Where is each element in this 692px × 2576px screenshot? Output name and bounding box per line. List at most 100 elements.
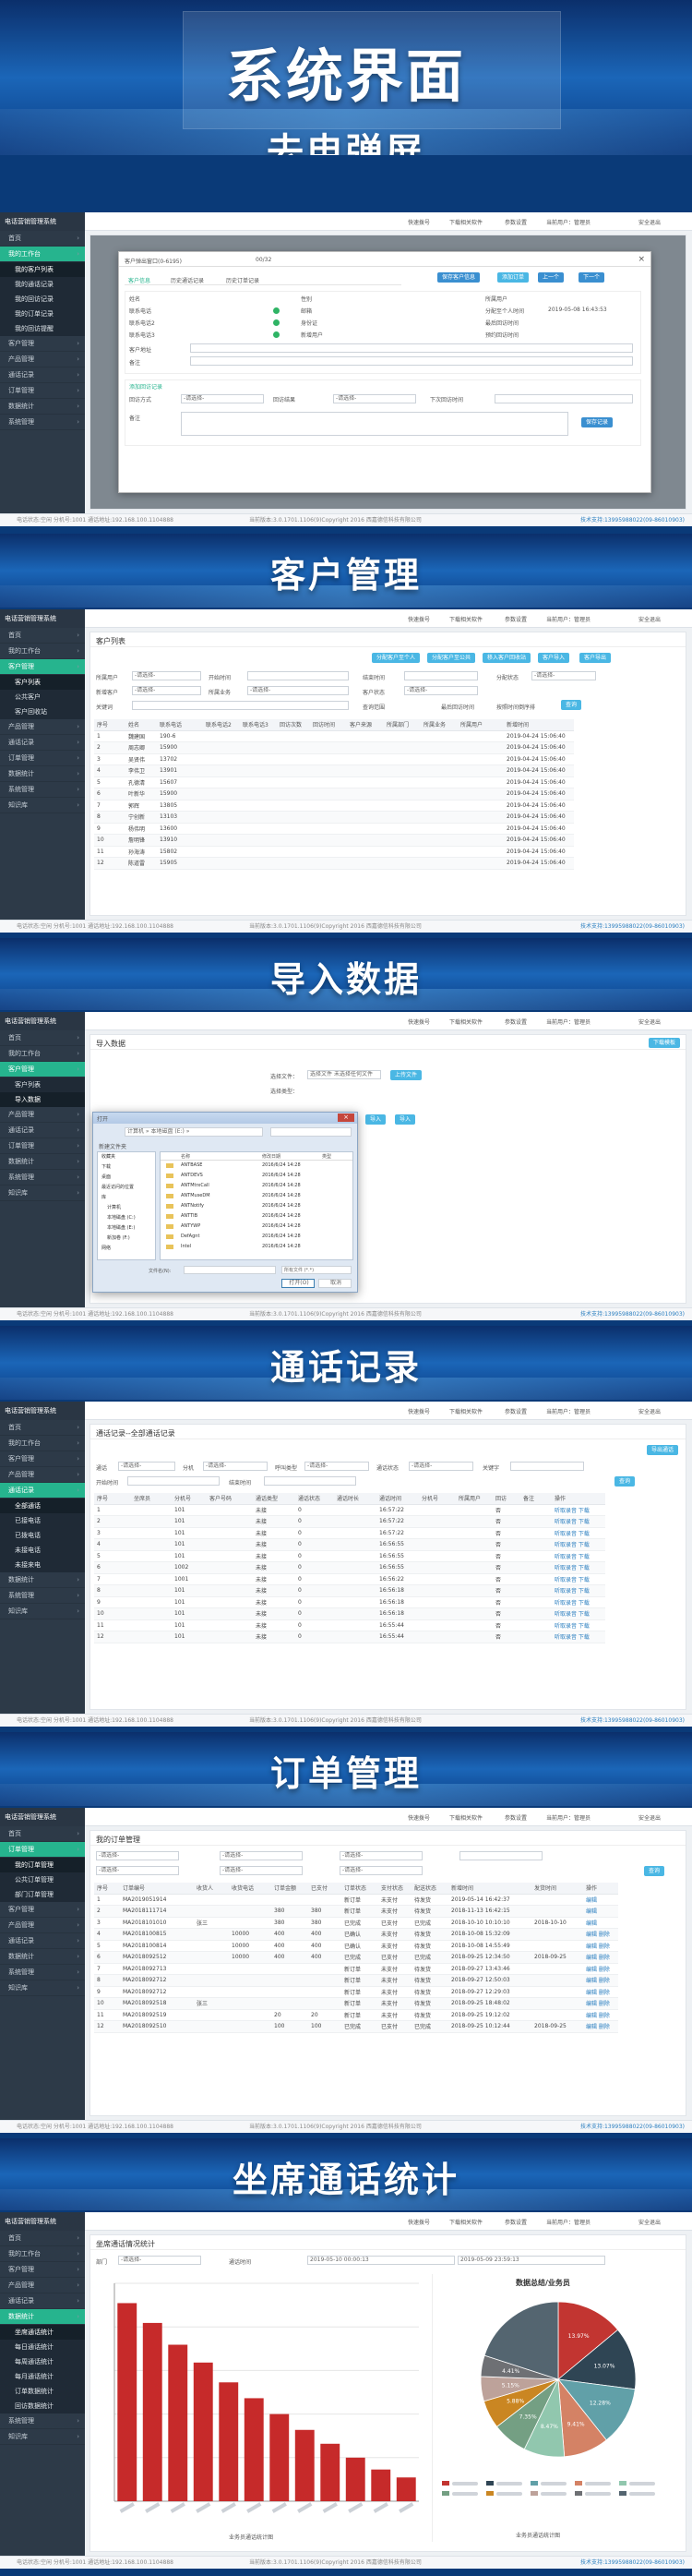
table-row[interactable]: 5 101 未接 0 16:56:55 否 听取录音 下载 <box>94 1550 605 1562</box>
table-row[interactable]: 12 MA2018092510 100 100 已完成 已支付 已完成 2018-09-25 … <box>94 2020 618 2033</box>
menu-customer[interactable]: 客户管理 <box>0 1902 85 1918</box>
settings-link[interactable]: 参数设置 <box>505 2218 527 2226</box>
import-button-b[interactable]: 导入 <box>395 1114 416 1125</box>
table-row[interactable]: 11 101 未接 0 16:55:44 否 听取录音 下载 <box>94 1619 605 1631</box>
submenu-item[interactable]: 我的回访记录 <box>0 292 85 307</box>
col-header[interactable]: 订单金额 <box>271 1883 308 1895</box>
logout-link[interactable]: 安全退出 <box>638 2218 661 2226</box>
submenu-item[interactable]: 我的客户列表 <box>0 262 85 277</box>
col-header[interactable]: 坐席员 <box>131 1493 172 1505</box>
settings-link[interactable]: 参数设置 <box>505 1407 527 1415</box>
menu-customer[interactable]: 客户管理 <box>0 2262 85 2278</box>
menu-customer[interactable]: 客户管理 <box>0 1062 85 1077</box>
legend-item[interactable] <box>619 2479 663 2487</box>
logout-link[interactable]: 安全退出 <box>638 1017 661 1026</box>
open-button[interactable]: 打开(O) <box>281 1279 315 1288</box>
file-input[interactable]: 选择文件 未选择任何文件 <box>307 1070 381 1079</box>
col-header[interactable]: 支付状态 <box>378 1883 412 1895</box>
legend-item[interactable] <box>575 2479 619 2487</box>
col-date[interactable]: 修改日期 <box>262 1153 280 1160</box>
call-icon[interactable] <box>273 307 280 314</box>
menu-calls[interactable]: 通话记录 <box>0 2293 85 2309</box>
table-cell[interactable]: 听取录音 下载 <box>552 1561 605 1574</box>
menu-home[interactable]: 首页 <box>0 2231 85 2246</box>
table-row[interactable]: 1 魏建国 190-6 2019-04-24 15:06:40 <box>94 730 574 742</box>
submenu-item[interactable]: 客户列表 <box>0 1077 85 1092</box>
col-header[interactable]: 所属业务 <box>421 719 458 731</box>
table-row[interactable]: 4 MA2018100815 10000 400 400 已确认 未支付 待发货 2018-10… <box>94 1928 618 1941</box>
col-header[interactable]: 新增时间 <box>504 719 574 731</box>
col-header[interactable]: 联系电话 <box>157 719 203 731</box>
legend-item[interactable] <box>486 2479 531 2487</box>
menu-knowledge[interactable]: 知识库 <box>0 1604 85 1619</box>
table-row[interactable]: 8 MA2018092712 新订单 未支付 待发货 2018-09-27 12:50:0… <box>94 1974 618 1987</box>
legend-item[interactable] <box>575 2489 619 2498</box>
submenu-item[interactable]: 我的订单管理 <box>0 1858 85 1872</box>
filter-option[interactable]: 最后回访时间 <box>441 703 474 711</box>
menu-stats[interactable]: 数据统计 <box>0 1949 85 1965</box>
business-select[interactable]: -请选择- <box>247 686 349 695</box>
settings-link[interactable]: 参数设置 <box>505 615 527 623</box>
table-row[interactable]: 1 101 未接 0 16:57:22 否 听取录音 下载 <box>94 1504 605 1516</box>
col-header[interactable]: 订单状态 <box>341 1883 378 1895</box>
tree-item[interactable]: 下载 <box>98 1162 155 1173</box>
table-cell[interactable]: 听取录音 下载 <box>552 1619 605 1631</box>
bar[interactable] <box>371 2469 391 2501</box>
menu-home[interactable]: 首页 <box>0 231 85 247</box>
col-header[interactable]: 联系电话3 <box>240 719 277 731</box>
remark-field[interactable] <box>190 356 633 366</box>
bar[interactable] <box>320 2443 340 2501</box>
table-row[interactable]: 7 郭辉 13805 2019-04-24 15:06:40 <box>94 800 574 812</box>
table-row[interactable]: 2 MA2018111714 380 380 新订单 未支付 待发货 2018-11-13 1… <box>94 1905 618 1918</box>
tab-order-history[interactable]: 历史订单记录 <box>226 276 259 284</box>
export-calls-button[interactable]: 导出通话 <box>646 1445 678 1455</box>
table-row[interactable]: 7 MA2018092713 新订单 未支付 待发货 2018-09-27 13:43:4… <box>94 1963 618 1975</box>
search-button[interactable]: 查询 <box>561 700 582 710</box>
file-row[interactable]: Intel 2016/6/24 14:28 <box>161 1242 352 1252</box>
menu-calls[interactable]: 通话记录 <box>0 1483 85 1499</box>
filter-select[interactable]: -请选择- <box>220 1866 303 1875</box>
menu-product[interactable]: 产品管理 <box>0 352 85 367</box>
submenu-item[interactable]: 公共订单管理 <box>0 1872 85 1887</box>
bar[interactable] <box>117 2303 137 2501</box>
tree-item[interactable]: 库 <box>98 1193 155 1203</box>
col-header[interactable]: 分机号 <box>172 1493 207 1505</box>
table-cell[interactable]: 编辑 删除 <box>583 1928 618 1941</box>
submenu-item[interactable]: 部门订单管理 <box>0 1887 85 1902</box>
end-time-input[interactable] <box>404 671 478 680</box>
tree-item[interactable]: 本地磁盘 (E:) <box>98 1223 155 1234</box>
menu-home[interactable]: 首页 <box>0 1420 85 1436</box>
menu-system[interactable]: 系统管理 <box>0 1588 85 1604</box>
visit-method-select[interactable]: -请选择- <box>181 394 264 403</box>
quick-dial-link[interactable]: 快速拨号 <box>408 218 430 226</box>
table-row[interactable]: 3 101 未接 0 16:57:22 否 听取录音 下载 <box>94 1527 605 1539</box>
submenu-item[interactable]: 公共客户 <box>0 690 85 704</box>
bar[interactable] <box>345 2457 365 2501</box>
filter-input[interactable] <box>459 1851 543 1860</box>
menu-my-work[interactable]: 我的工作台 <box>0 247 85 262</box>
assign-personal-button[interactable]: 分配客户至个人 <box>372 653 421 663</box>
filter-select[interactable]: -请选择- <box>220 1851 303 1860</box>
col-header[interactable]: 收货电话 <box>229 1883 271 1895</box>
menu-system[interactable]: 系统管理 <box>0 2413 85 2429</box>
table-cell[interactable]: 编辑 删除 <box>583 1951 618 1964</box>
col-header[interactable]: 通话时间 <box>376 1493 419 1505</box>
menu-my-work[interactable]: 我的工作台 <box>0 1436 85 1451</box>
table-cell[interactable]: 编辑 删除 <box>583 2020 618 2033</box>
start-time-input[interactable] <box>247 671 349 680</box>
table-row[interactable]: 1 MA2019051914 新订单 未支付 待发货 2019-05-14 16:42:3… <box>94 1894 618 1906</box>
submenu-item[interactable]: 我的订单记录 <box>0 307 85 321</box>
filter-select[interactable]: -请选择- <box>340 1851 423 1860</box>
menu-customer[interactable]: 客户管理 <box>0 1451 85 1467</box>
submenu-item[interactable]: 每周通话统计 <box>0 2354 85 2369</box>
table-cell[interactable]: 听取录音 下载 <box>552 1550 605 1562</box>
import-button-a[interactable]: 导入 <box>365 1114 387 1125</box>
legend-item[interactable] <box>442 2479 486 2487</box>
legend-item[interactable] <box>531 2479 575 2487</box>
col-name[interactable]: 名称 <box>181 1153 190 1160</box>
export-button[interactable]: 客户导出 <box>579 653 612 663</box>
col-header[interactable]: 配送状态 <box>412 1883 448 1895</box>
download-link[interactable]: 下载相关软件 <box>449 218 483 226</box>
menu-system[interactable]: 系统管理 <box>0 1170 85 1186</box>
table-row[interactable]: 9 MA2018092712 新订单 未支付 待发货 2018-09-27 12:29:0… <box>94 1986 618 1998</box>
